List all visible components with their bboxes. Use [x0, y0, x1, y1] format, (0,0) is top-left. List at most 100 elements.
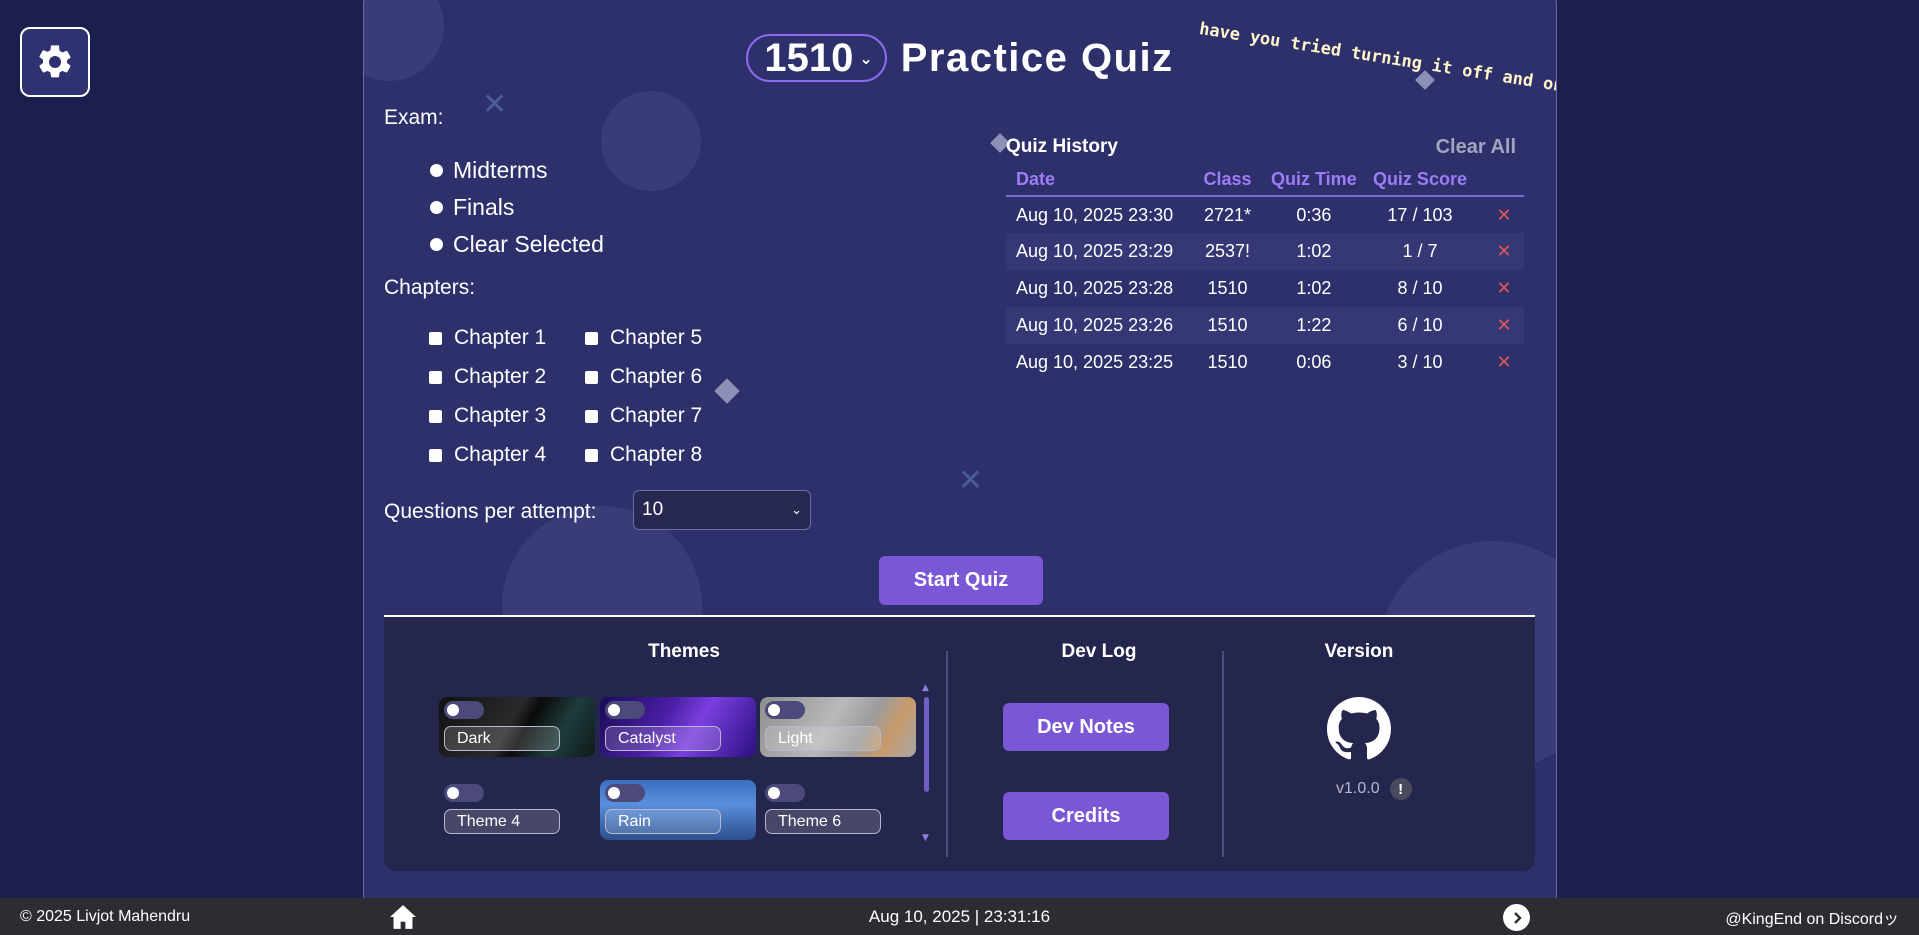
- cell-time: 0:36: [1296, 204, 1332, 225]
- chapter-5-checkbox[interactable]: Chapter 5: [585, 326, 702, 350]
- theme-toggle[interactable]: [765, 701, 805, 719]
- cell-date: Aug 10, 2025 23:28: [1016, 278, 1174, 298]
- dev-notes-button[interactable]: Dev Notes: [1003, 703, 1169, 751]
- version-alert-badge[interactable]: !: [1389, 778, 1412, 800]
- theme-card-light[interactable]: Light: [760, 697, 916, 757]
- col-header-date: Date: [1006, 164, 1194, 197]
- radio-button[interactable]: [430, 201, 443, 214]
- footer: © 2025 Livjot Mahendru Aug 10, 2025 | 23…: [0, 898, 1919, 935]
- theme-toggle[interactable]: [444, 784, 484, 802]
- credits-button[interactable]: Credits: [1003, 792, 1169, 840]
- chapter-8-checkbox[interactable]: Chapter 8: [585, 443, 702, 467]
- home-icon[interactable]: [388, 904, 418, 930]
- version-value: v1.0.0: [1336, 780, 1380, 797]
- themes-title: Themes: [648, 641, 720, 662]
- footer-datetime: Aug 10, 2025 | 23:31:16: [868, 906, 1051, 926]
- delete-row-close-icon[interactable]: ✕: [1474, 307, 1524, 344]
- exam-option-finals[interactable]: Finals: [430, 194, 514, 221]
- chapter-label: Chapter 5: [610, 326, 703, 349]
- devlog-title: Dev Log: [1061, 641, 1137, 662]
- chevron-down-icon: ⌄: [791, 502, 802, 518]
- checkbox[interactable]: [429, 409, 442, 423]
- checkbox[interactable]: [585, 370, 598, 384]
- footer-contact: @KingEnd on Discordッ: [1725, 910, 1899, 928]
- quiz-history-title: Quiz History: [1006, 136, 1118, 157]
- col-header-actions: [1474, 164, 1524, 197]
- start-quiz-button[interactable]: Start Quiz: [879, 556, 1043, 605]
- page-title: Practice Quiz: [900, 35, 1174, 80]
- theme-card-catalyst[interactable]: Catalyst: [600, 697, 756, 757]
- delete-row-close-icon[interactable]: ✕: [1474, 270, 1524, 307]
- scroll-thumb[interactable]: [924, 697, 929, 792]
- radio-button[interactable]: [430, 164, 443, 177]
- version-title: Version: [1324, 641, 1394, 662]
- theme-card-dark[interactable]: Dark: [439, 697, 595, 757]
- chapter-7-checkbox[interactable]: Chapter 7: [585, 404, 702, 428]
- chapter-1-checkbox[interactable]: Chapter 1: [429, 326, 546, 350]
- theme-label: Theme 4: [444, 809, 560, 834]
- checkbox[interactable]: [429, 331, 442, 345]
- table-row: Aug 10, 2025 23:29 2537! 1:02 1 / 7 ✕: [1006, 233, 1524, 270]
- bg-bubble: [601, 91, 701, 191]
- checkbox[interactable]: [429, 370, 442, 384]
- chapters-label: Chapters:: [384, 276, 476, 299]
- settings-button[interactable]: [20, 27, 90, 97]
- table-row: Aug 10, 2025 23:28 1510 1:02 8 / 10 ✕: [1006, 270, 1524, 307]
- column-separator: [946, 651, 948, 857]
- delete-row-close-icon[interactable]: ✕: [1474, 196, 1524, 233]
- cell-date: Aug 10, 2025 23:30: [1016, 204, 1174, 225]
- theme-toggle[interactable]: [444, 701, 484, 719]
- exam-option-midterms[interactable]: Midterms: [430, 157, 548, 184]
- main-panel: ✕ ✕ 1510 ⌄ Practice Quiz have you tried …: [363, 0, 1557, 908]
- github-icon[interactable]: [1327, 697, 1391, 761]
- chapter-label: Chapter 8: [610, 443, 703, 466]
- column-separator: [1222, 651, 1224, 857]
- cell-class: 1510: [1207, 278, 1248, 298]
- checkbox[interactable]: [585, 331, 598, 345]
- col-header-quiz-score: Quiz Score: [1365, 164, 1475, 197]
- exam-option-clear[interactable]: Clear Selected: [430, 231, 604, 258]
- theme-card-6[interactable]: Theme 6: [760, 780, 916, 840]
- themes-scrollbar[interactable]: ▲ ▼: [922, 683, 930, 843]
- theme-label: Rain: [605, 809, 721, 834]
- chapter-4-checkbox[interactable]: Chapter 4: [429, 443, 546, 467]
- chapter-label: Chapter 1: [454, 326, 547, 349]
- radio-button[interactable]: [430, 238, 443, 251]
- chapter-2-checkbox[interactable]: Chapter 2: [429, 365, 546, 389]
- chapter-6-checkbox[interactable]: Chapter 6: [585, 365, 702, 389]
- table-row: Aug 10, 2025 23:25 1510 0:06 3 / 10 ✕: [1006, 344, 1524, 381]
- theme-card-rain[interactable]: Rain: [600, 780, 756, 840]
- bg-diamond-icon: [714, 378, 740, 404]
- chapter-label: Chapter 2: [454, 365, 547, 388]
- cell-time: 0:06: [1296, 352, 1332, 372]
- bg-cross-icon: ✕: [482, 87, 508, 122]
- delete-row-close-icon[interactable]: ✕: [1474, 233, 1524, 270]
- cell-time: 1:22: [1261, 307, 1366, 344]
- clear-all-button[interactable]: Clear All: [1436, 136, 1516, 159]
- gear-icon: [39, 45, 71, 78]
- chevron-right-icon[interactable]: [1503, 904, 1530, 931]
- theme-card-4[interactable]: Theme 4: [439, 780, 595, 840]
- checkbox[interactable]: [429, 448, 442, 462]
- checkbox[interactable]: [585, 409, 598, 423]
- questions-select[interactable]: 10 ⌄: [633, 490, 811, 530]
- table-row: Aug 10, 2025 23:30 2721* 0:36 17 / 103 ✕: [1006, 196, 1524, 233]
- chapter-label: Chapter 4: [454, 443, 547, 466]
- cell-class: 2537!: [1193, 233, 1262, 270]
- theme-label: Theme 6: [765, 809, 881, 834]
- table-row: Aug 10, 2025 23:26 1510 1:22 6 / 10 ✕: [1006, 307, 1524, 344]
- scroll-down-icon[interactable]: ▼: [922, 833, 929, 843]
- class-select[interactable]: 1510 ⌄: [746, 34, 887, 82]
- class-select-value: 1510: [764, 35, 854, 80]
- theme-label: Light: [765, 726, 881, 751]
- quiz-history-table: Date Class Quiz Time Quiz Score Aug 10, …: [1006, 164, 1524, 381]
- theme-toggle[interactable]: [605, 701, 645, 719]
- chapter-3-checkbox[interactable]: Chapter 3: [429, 404, 546, 428]
- cell-class: 1510: [1193, 307, 1262, 344]
- cell-score: 17 / 103: [1387, 204, 1453, 225]
- delete-row-close-icon[interactable]: ✕: [1474, 344, 1524, 381]
- theme-toggle[interactable]: [765, 784, 805, 802]
- checkbox[interactable]: [585, 448, 598, 462]
- scroll-up-icon[interactable]: ▲: [922, 683, 929, 693]
- theme-toggle[interactable]: [605, 784, 645, 802]
